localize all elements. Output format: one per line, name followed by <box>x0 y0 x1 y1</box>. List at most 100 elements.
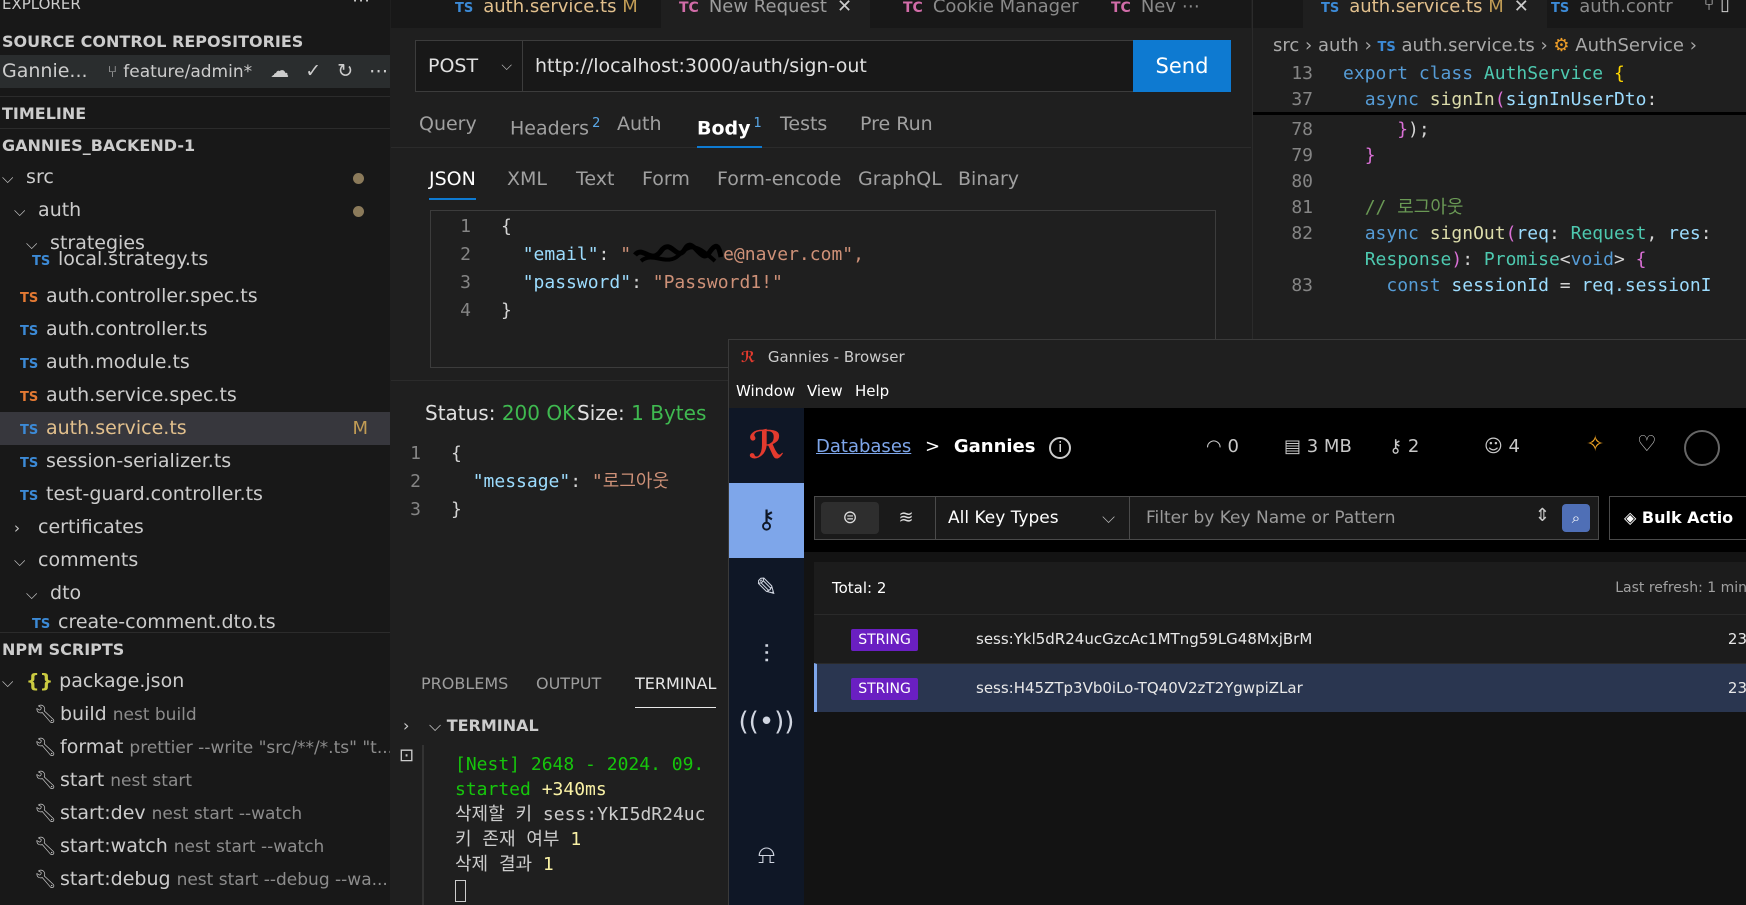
analysis-icon[interactable]: ⫶ <box>729 618 804 693</box>
tab-auth-controller-code[interactable]: TS auth.contr <box>1533 0 1691 28</box>
repo-row[interactable]: Gannie... ⑂ feature/admin* ☁ ✓ ↻ ⋯ <box>0 55 390 88</box>
npm-script-row[interactable]: 🔧︎ start nest start <box>0 764 390 797</box>
search-icon[interactable]: ⌕ <box>1562 504 1590 532</box>
filter-list-icon[interactable]: ⊜ <box>821 502 879 534</box>
npm-script-row[interactable]: 🔧︎ start:watch nest start --watch <box>0 830 390 863</box>
project-header[interactable]: GANNIES_BACKEND-1 <box>0 128 390 161</box>
tree-file[interactable]: TS create-comment.dto.ts <box>0 612 390 632</box>
tree-folder-dto[interactable]: ⌵ dto <box>0 577 390 610</box>
tab-json[interactable]: JSON <box>429 158 476 200</box>
typescript-icon: TS <box>455 1 474 16</box>
check-icon[interactable]: ✓ <box>305 60 321 82</box>
npm-script-row[interactable]: 🔧︎ start:debug nest start --debug --wa... <box>0 863 390 896</box>
key-browser-icon[interactable]: ⚷ <box>729 483 804 558</box>
tree-folder-comments[interactable]: ⌵ comments <box>0 544 390 577</box>
tab-terminal[interactable]: TERMINAL <box>635 660 717 708</box>
profile-icon[interactable] <box>1684 430 1720 466</box>
tab-auth[interactable]: Auth <box>617 100 662 148</box>
sticky-scroll-shadow <box>1253 112 1746 115</box>
tab-graphql[interactable]: GraphQL <box>858 158 942 200</box>
tree-file[interactable]: TS auth.module.ts <box>0 346 390 379</box>
crumb[interactable]: AuthService <box>1575 35 1684 56</box>
ellipsis-icon[interactable]: ⋯ <box>352 0 370 11</box>
tree-file[interactable]: TS test-guard.controller.ts <box>0 478 390 511</box>
crumb[interactable]: auth.service.ts <box>1401 35 1534 56</box>
sort-icon[interactable]: ⇕ <box>1535 505 1550 526</box>
package-json-row[interactable]: ⌵ {} package.json <box>0 665 390 698</box>
tab-new-request-2[interactable]: TC Nev ⋯ <box>1093 0 1218 28</box>
send-button[interactable]: Send <box>1133 40 1231 92</box>
close-icon[interactable]: ✕ <box>1514 0 1529 17</box>
tree-folder-src[interactable]: ⌵ src <box>0 161 390 194</box>
workbench-icon[interactable]: ✎ <box>729 551 804 626</box>
tree-file-auth-service[interactable]: TS auth.service.ts M <box>0 412 390 445</box>
timeline-header[interactable]: TIMELINE <box>0 96 390 129</box>
key-row[interactable]: STRING sess:Ykl5dR24ucGzcAc1MTng59LG48Mx… <box>814 614 1746 663</box>
method-select[interactable]: POST ⌵ <box>416 41 523 91</box>
tree-file[interactable]: TS auth.controller.ts <box>0 313 390 346</box>
thunder-client-icon: TC <box>679 0 699 16</box>
tab-xml[interactable]: XML <box>507 158 547 200</box>
npm-script-row[interactable]: 🔧︎ build nest build <box>0 698 390 731</box>
tab-cookie-manager[interactable]: TC Cookie Manager <box>885 0 1097 28</box>
tab-auth-service-code[interactable]: TS auth.service.ts M ✕ <box>1303 0 1547 28</box>
tab-text[interactable]: Text <box>576 158 614 200</box>
tab-problems[interactable]: PROBLEMS <box>421 660 508 708</box>
key-type-select[interactable]: All Key Types ⌵ <box>935 497 1130 539</box>
tab-body[interactable]: Body 1 <box>697 100 762 148</box>
crumb[interactable]: auth <box>1318 35 1359 56</box>
sparkle-icon[interactable]: ✧ <box>1586 432 1604 457</box>
ellipsis-icon[interactable]: ⋯ <box>1182 0 1200 17</box>
scm-repositories-header[interactable]: SOURCE CONTROL REPOSITORIES <box>0 25 390 58</box>
bell-icon[interactable]: ⍾ <box>729 818 804 893</box>
cloud-upload-icon[interactable]: ☁ <box>270 60 289 82</box>
terminal-icon[interactable]: ⊡ <box>399 745 414 766</box>
redis-logo-icon[interactable]: ℛ <box>729 408 804 483</box>
json-value: "Password1!" <box>652 272 783 293</box>
npm-scripts-header[interactable]: NPM SCRIPTS <box>0 632 390 665</box>
menu-window[interactable]: Window <box>736 375 795 408</box>
tab-headers[interactable]: Headers 2 <box>510 100 600 148</box>
close-icon[interactable]: ✕ <box>837 0 852 17</box>
tab-new-request[interactable]: TC New Request ✕ <box>661 0 871 28</box>
line-number: 2 <box>410 471 421 492</box>
tab-query[interactable]: Query <box>419 100 477 148</box>
code-token: res <box>1668 223 1701 244</box>
bulk-actions-button[interactable]: ◈ Bulk Actio <box>1609 496 1746 540</box>
tab-auth-service[interactable]: TS auth.service.ts M <box>437 0 656 28</box>
tree-folder-auth[interactable]: ⌵ auth <box>0 194 390 227</box>
tree-view-icon[interactable]: ≋ <box>883 502 929 534</box>
pubsub-icon[interactable]: ((•)) <box>729 685 804 760</box>
menu-view[interactable]: View <box>807 375 843 408</box>
refresh-icon[interactable]: ↻ <box>337 60 353 82</box>
info-icon[interactable]: i <box>1049 437 1072 459</box>
tree-file[interactable]: TS auth.service.spec.ts <box>0 379 390 412</box>
tab-form-encode[interactable]: Form-encode <box>717 158 841 200</box>
tab-tests[interactable]: Tests <box>780 100 827 148</box>
crumb[interactable]: src <box>1273 35 1299 56</box>
tree-folder-certificates[interactable]: › certificates <box>0 511 390 544</box>
url-input[interactable]: http://localhost:3000/auth/sign-out <box>523 41 1130 91</box>
user-icon: ☺ <box>1484 436 1503 457</box>
tree-file-local-strategy[interactable]: TS local.strategy.ts <box>0 248 390 270</box>
npm-script-row[interactable]: 🔧︎ start:dev nest start --watch <box>0 797 390 830</box>
more-icon[interactable]: ⋯ <box>369 60 388 82</box>
request-tabs: Query Headers 2 Auth Body 1 Tests Pre Run <box>391 100 1251 148</box>
compare-icon[interactable]: ⑂ ▯ <box>1704 0 1730 15</box>
script-name: start <box>60 769 105 791</box>
lightbulb-icon[interactable]: ♡ <box>1637 432 1657 457</box>
branch-name[interactable]: feature/admin* <box>123 62 252 82</box>
tab-binary[interactable]: Binary <box>958 158 1019 200</box>
tab-output[interactable]: OUTPUT <box>536 660 601 708</box>
tab-form[interactable]: Form <box>642 158 690 200</box>
tab-pre-run[interactable]: Pre Run <box>860 100 933 148</box>
window-titlebar[interactable]: ℛ Gannies - Browser <box>729 340 1746 375</box>
tree-file[interactable]: TS auth.controller.spec.ts <box>0 280 390 313</box>
tree-file[interactable]: TS session-serializer.ts <box>0 445 390 478</box>
npm-script-row[interactable]: 🔧︎ format prettier --write "src/**/*.ts" "… <box>0 731 390 764</box>
typescript-spec-icon: TS <box>20 390 39 405</box>
databases-link[interactable]: Databases <box>816 436 911 457</box>
menu-help[interactable]: Help <box>855 375 889 408</box>
key-row[interactable]: STRING sess:H45ZTp3Vb0iLo-TQ40V2zT2Ygwpi… <box>814 663 1746 712</box>
filter-input[interactable]: Filter by Key Name or Pattern <box>1130 497 1530 539</box>
